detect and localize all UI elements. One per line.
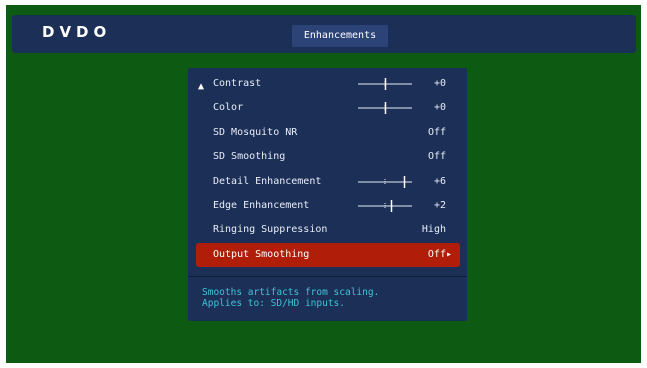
- menu-item-label: Contrast: [213, 78, 262, 89]
- enhancements-menu: ▲ Contrast +0 Color +0 SD Mosquito NR Of…: [188, 68, 467, 321]
- contrast-slider[interactable]: [358, 72, 412, 96]
- help-text-line: Applies to: SD/HD inputs.: [202, 298, 345, 309]
- menu-item-value: High: [421, 224, 446, 235]
- menu-item-value: Off: [427, 127, 446, 138]
- dvdo-logo: DVDO: [42, 23, 112, 41]
- detail-enhancement-slider[interactable]: [358, 170, 412, 194]
- menu-item-detail-enhancement[interactable]: Detail Enhancement +6: [196, 170, 460, 194]
- menu-item-value: +2: [433, 200, 446, 211]
- menu-item-edge-enhancement[interactable]: Edge Enhancement +2: [196, 194, 460, 218]
- menu-item-output-smoothing[interactable]: Output Smoothing Off▸: [196, 243, 460, 267]
- menu-item-label: SD Mosquito NR: [213, 127, 298, 138]
- menu-item-label: SD Smoothing: [213, 151, 286, 162]
- menu-item-value: +6: [433, 176, 446, 187]
- edge-enhancement-slider[interactable]: [358, 194, 412, 218]
- help-text-line: Smooths artifacts from scaling.: [202, 287, 380, 298]
- color-slider[interactable]: [358, 96, 412, 120]
- menu-item-label: Ringing Suppression: [213, 224, 328, 235]
- menu-item-ringing-suppression[interactable]: Ringing Suppression High: [196, 218, 460, 242]
- menu-item-label: Color: [213, 102, 244, 113]
- menu-item-value: +0: [433, 78, 446, 89]
- menu-item-label: Edge Enhancement: [213, 200, 310, 211]
- menu-title: Enhancements: [292, 25, 388, 47]
- menu-item-sd-smoothing[interactable]: SD Smoothing Off: [196, 145, 460, 169]
- help-text: Smooths artifacts from scaling. Applies …: [202, 287, 379, 309]
- menu-item-value: Off: [427, 151, 446, 162]
- menu-item-color[interactable]: Color +0: [196, 96, 460, 120]
- menu-item-sd-mosquito-nr[interactable]: SD Mosquito NR Off: [196, 121, 460, 145]
- menu-item-label: Detail Enhancement: [213, 176, 322, 187]
- menu-item-label: Output Smoothing: [213, 249, 310, 260]
- menu-divider: [188, 276, 467, 277]
- menu-item-value: Off▸: [427, 249, 452, 260]
- menu-item-value: +0: [433, 102, 446, 113]
- header-bar: DVDO Enhancements: [12, 15, 636, 53]
- menu-item-contrast[interactable]: ▲ Contrast +0: [196, 72, 460, 96]
